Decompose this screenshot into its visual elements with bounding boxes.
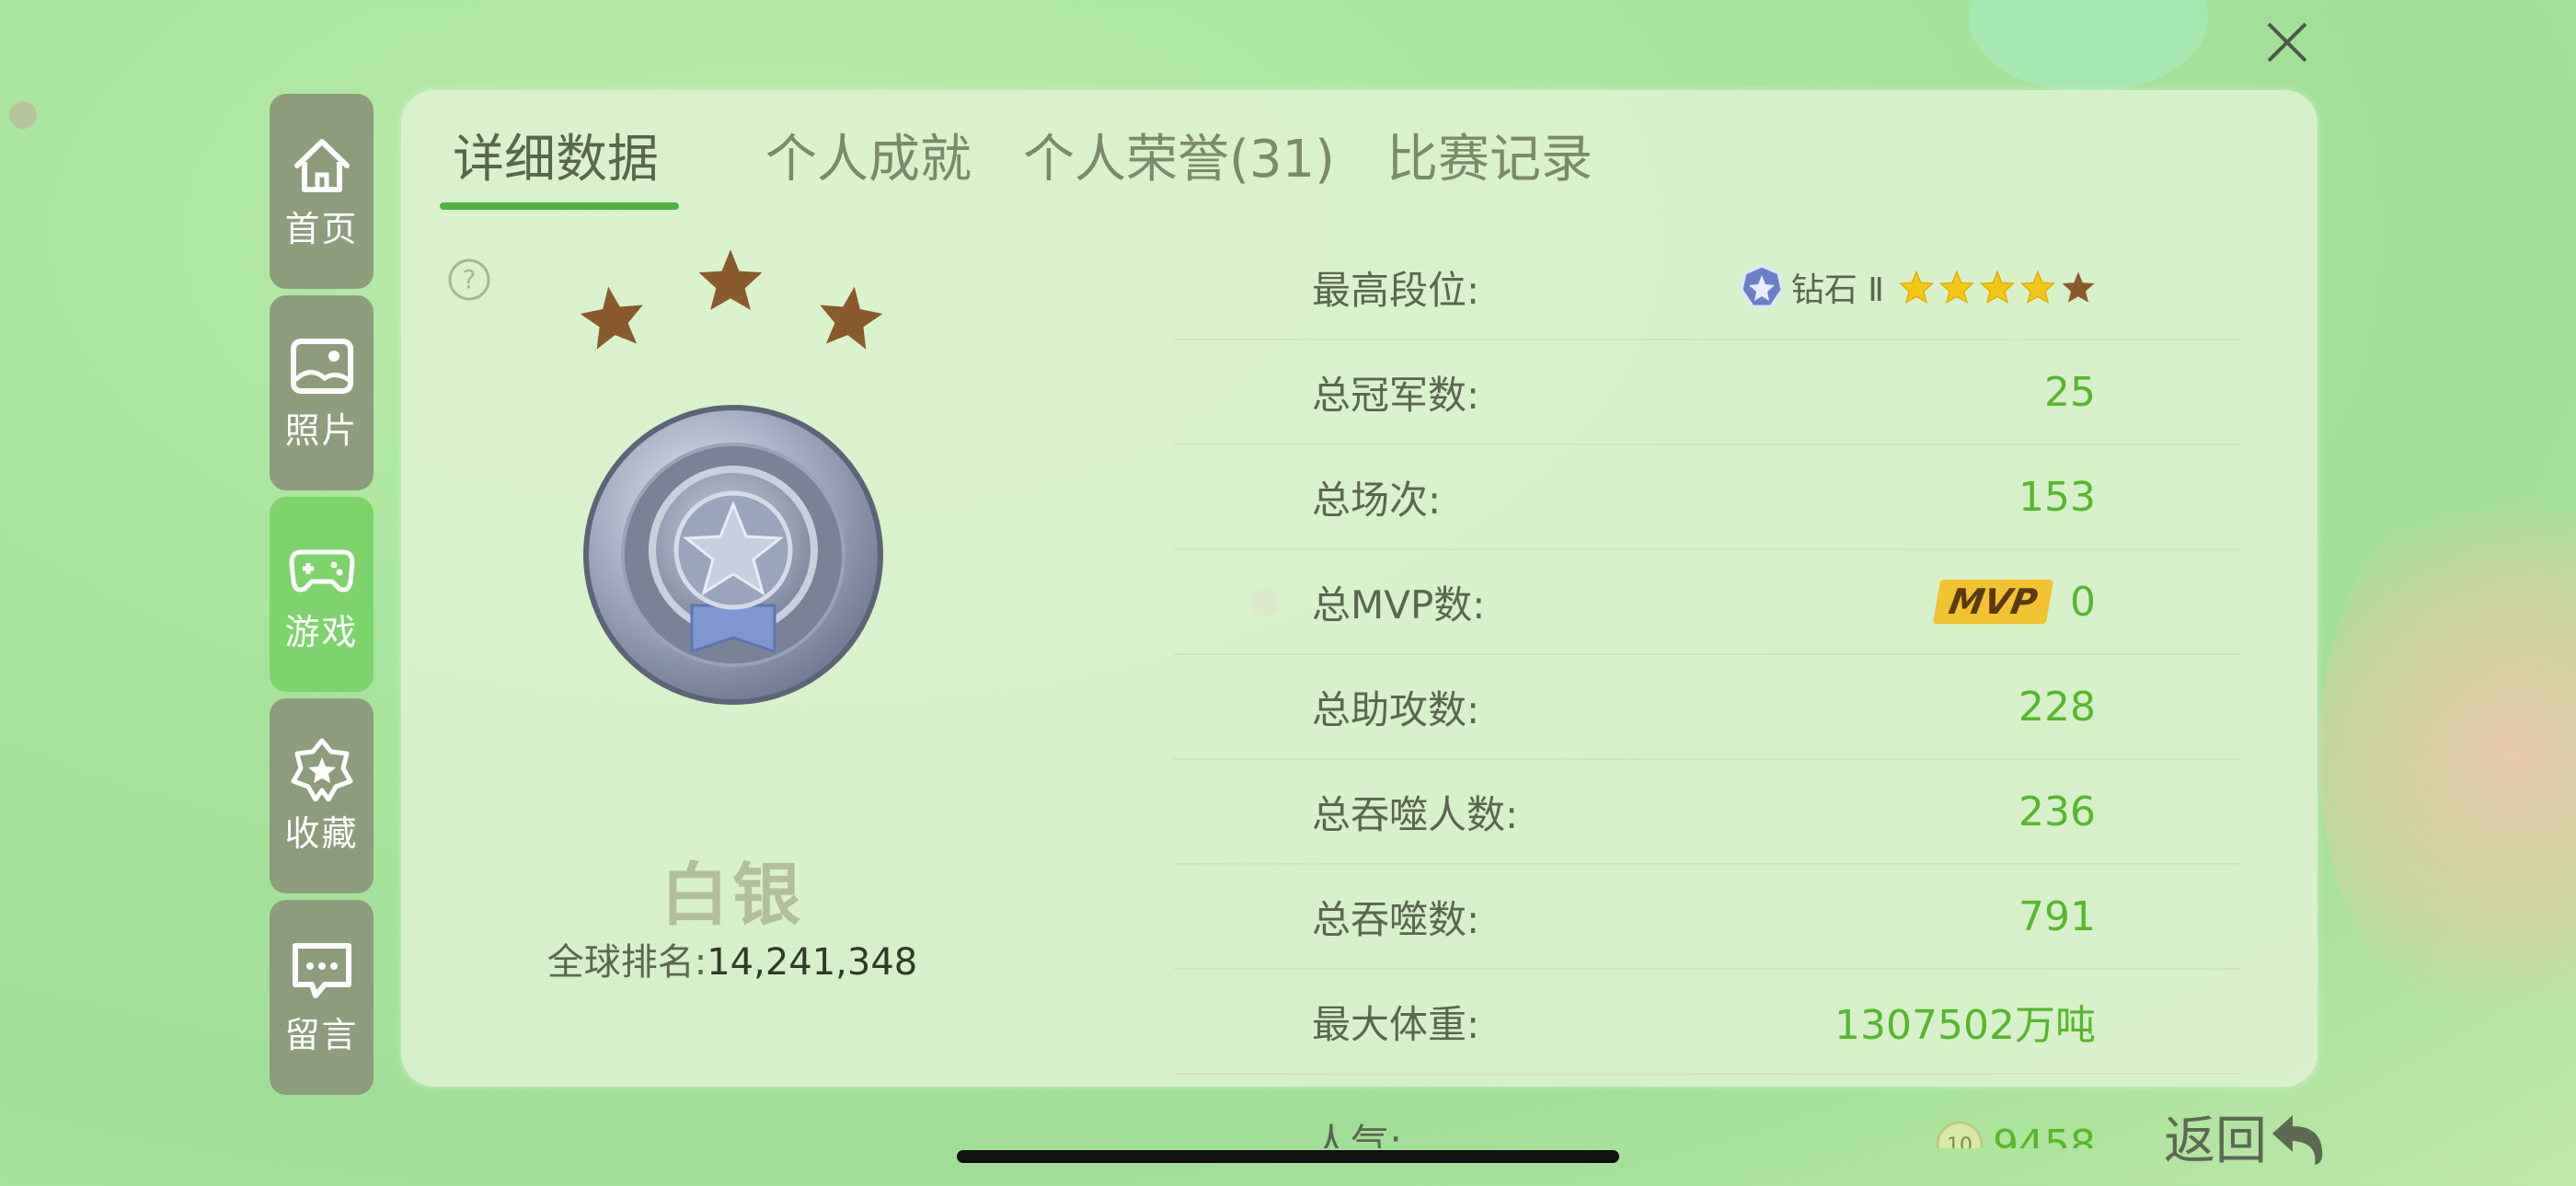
tab-match-history[interactable]: 比赛记录: [1386, 118, 1593, 201]
stats-panel: 详细数据 个人成就 个人荣誉(31) 比赛记录 ? 白银 全球排名:14,241…: [401, 90, 2317, 1148]
rank-star-icon: [698, 249, 763, 310]
stat-value: 钻石 Ⅱ: [1738, 263, 2241, 311]
tab-label: 详细数据: [453, 130, 659, 190]
tab-label: 比赛记录: [1386, 130, 1593, 190]
stat-row-matches: 总场次: 153: [1174, 445, 2241, 550]
stat-value: 153: [2018, 473, 2096, 521]
stat-row-highest-rank: 最高段位: 钻石 Ⅱ: [1174, 236, 2241, 340]
sidebar-item-messages[interactable]: 留言: [270, 900, 374, 1095]
message-icon: [292, 942, 351, 998]
mvp-count: 0: [2070, 578, 2096, 626]
help-icon[interactable]: ?: [447, 258, 491, 302]
sidebar-item-label: 首页: [284, 208, 359, 249]
stat-label: 总MVP数:: [1312, 581, 1486, 628]
stat-label: 总吞噬人数:: [1312, 791, 1519, 837]
tab-honors[interactable]: 个人荣誉(31): [1023, 118, 1335, 201]
stat-value: 25: [2044, 368, 2096, 416]
stat-row-max-weight: 最大体重: 1307502万吨: [1174, 970, 2241, 1075]
stat-value: 1307502万吨: [1834, 1002, 2096, 1049]
back-button[interactable]: 返回: [2164, 1100, 2329, 1174]
background-blob: [9, 101, 37, 129]
home-indicator[interactable]: [957, 1150, 1619, 1163]
sidebar-item-label: 照片: [284, 409, 359, 451]
popularity-level: 10: [1947, 1134, 1972, 1148]
tab-bar: 详细数据 个人成就 个人荣誉(31) 比赛记录: [440, 118, 1644, 210]
gold-star-icon: [2020, 270, 2055, 304]
stat-value: 791: [2018, 892, 2096, 940]
gold-star-icon: [1899, 270, 1934, 304]
stat-label: 总助攻数:: [1312, 686, 1480, 732]
background-blob: [1969, 0, 2208, 92]
global-rank-value: 14,241,348: [707, 941, 918, 984]
rank-star-icon: [820, 286, 883, 350]
gold-star-icon: [1980, 270, 2015, 304]
star-badge-icon: [291, 738, 352, 801]
stat-label: 总场次:: [1312, 477, 1442, 523]
stat-row-assists: 总助攻数: 228: [1174, 655, 2241, 760]
stat-label: 人气:: [1312, 1121, 1403, 1148]
sidebar-item-games[interactable]: 游戏: [270, 497, 374, 692]
gamepad-icon: [289, 549, 354, 592]
sidebar-item-home[interactable]: 首页: [270, 94, 374, 289]
popularity-level-icon: 10: [1936, 1121, 1984, 1148]
brown-star-icon: [2062, 271, 2095, 303]
stat-value: 228: [2018, 683, 2096, 731]
tab-detailed-data[interactable]: 详细数据: [440, 118, 679, 210]
stats-list: 最高段位: 钻石 Ⅱ 总冠军数: 25 总场次: 153 总MVP数: MVP …: [1174, 236, 2241, 1148]
stat-label: 总吞噬数:: [1312, 896, 1480, 942]
stat-row-devoured-players: 总吞噬人数: 236: [1174, 760, 2241, 865]
stat-value: 236: [2018, 788, 2096, 835]
sidebar: 首页 照片 游戏 收藏 留言: [270, 94, 374, 1101]
silver-rank-medal-icon: [583, 405, 883, 705]
stat-row-mvp: 总MVP数: MVP 0: [1174, 550, 2241, 655]
popularity-count: 9458: [1993, 1121, 2096, 1149]
gold-star-icon: [1939, 270, 1974, 304]
tab-label: 个人荣誉(31): [1023, 130, 1335, 190]
sidebar-item-favorites[interactable]: 收藏: [270, 698, 374, 893]
photo-icon: [290, 338, 353, 394]
stat-label: 最大体重:: [1312, 1001, 1480, 1047]
stat-row-championships: 总冠军数: 25: [1174, 340, 2241, 445]
stat-label: 总冠军数:: [1312, 372, 1480, 418]
highest-rank-text: 钻石 Ⅱ: [1790, 271, 1884, 309]
global-rank: 全球排名:14,241,348: [401, 932, 1064, 985]
tab-label: 个人成就: [765, 130, 972, 190]
close-icon[interactable]: [2263, 18, 2311, 66]
background-blob: [2318, 460, 2576, 1049]
rank-name: 白银: [661, 856, 804, 935]
sidebar-item-photo[interactable]: 照片: [270, 295, 374, 490]
stat-row-popularity: 人气: 10 9458: [1174, 1075, 2241, 1148]
diamond-rank-icon: [1740, 264, 1784, 308]
sidebar-item-label: 留言: [284, 1014, 359, 1055]
back-label: 返回: [2164, 1111, 2267, 1171]
sidebar-item-label: 收藏: [284, 812, 359, 854]
active-tab-indicator: [440, 202, 679, 210]
back-arrow-icon: [2272, 1114, 2323, 1165]
rank-star-icon: [580, 286, 643, 350]
svg-text:?: ?: [463, 264, 477, 294]
tab-achievements[interactable]: 个人成就: [765, 118, 972, 201]
stat-value: MVP 0: [1932, 578, 2241, 626]
stat-row-devoured: 总吞噬数: 791: [1174, 865, 2241, 970]
sidebar-item-label: 游戏: [284, 611, 359, 652]
global-rank-label: 全球排名:: [546, 941, 707, 984]
home-icon: [293, 138, 350, 192]
mvp-badge: MVP: [1932, 580, 2054, 624]
stat-label: 最高段位:: [1312, 267, 1480, 313]
